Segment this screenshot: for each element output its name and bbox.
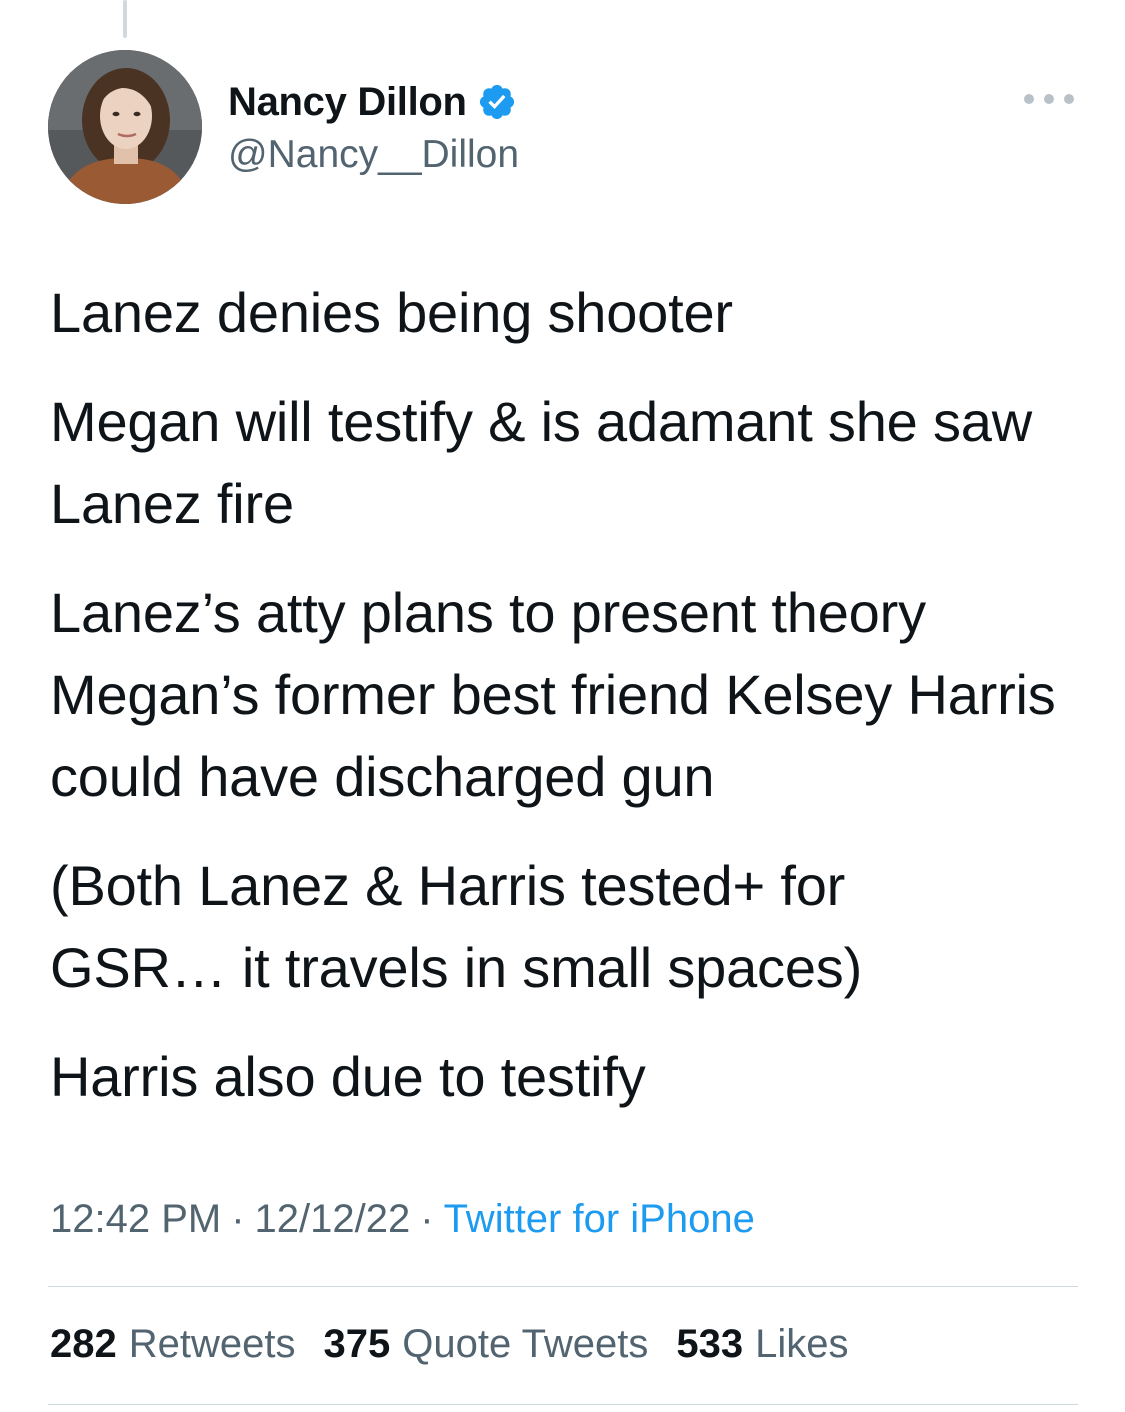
- quote-tweets-label: Quote Tweets: [402, 1322, 649, 1366]
- divider: [48, 1404, 1078, 1405]
- meta-separator: ·: [231, 1197, 245, 1241]
- more-dot: [1064, 94, 1074, 104]
- quote-tweets-count: 375: [323, 1322, 391, 1366]
- more-options-icon[interactable]: [1024, 91, 1074, 107]
- retweets-label: Retweets: [128, 1322, 296, 1366]
- tweet-paragraph: Megan will testify & is adamant she saw …: [50, 390, 1032, 535]
- author-handle[interactable]: @Nancy__Dillon: [228, 130, 519, 180]
- tweet-stats: 282 Retweets 375 Quote Tweets 533 Likes: [50, 1322, 876, 1367]
- tweet-paragraph: Lanez denies being shooter: [50, 281, 733, 344]
- tweet-metadata: 12:42 PM · 12/12/22 · Twitter for iPhone: [50, 1197, 755, 1242]
- quote-tweets-stat[interactable]: 375 Quote Tweets: [324, 1322, 649, 1367]
- meta-separator: ·: [420, 1197, 434, 1241]
- tweet-time[interactable]: 12:42 PM: [50, 1197, 221, 1241]
- tweet-paragraph: Lanez’s atty plans to present theory Meg…: [50, 581, 1056, 808]
- likes-label: Likes: [755, 1322, 849, 1366]
- thread-connector-line: [123, 0, 127, 38]
- tweet-date[interactable]: 12/12/22: [255, 1197, 411, 1241]
- tweet-author[interactable]: Nancy Dillon @Nancy__Dillon: [228, 74, 519, 180]
- likes-stat[interactable]: 533 Likes: [676, 1322, 848, 1367]
- avatar[interactable]: [48, 50, 202, 204]
- retweets-stat[interactable]: 282 Retweets: [50, 1322, 296, 1367]
- retweets-count: 282: [50, 1322, 117, 1366]
- author-display-name[interactable]: Nancy Dillon: [228, 80, 467, 125]
- verified-badge-icon: [477, 82, 517, 122]
- likes-count: 533: [676, 1322, 744, 1366]
- tweet-paragraph: Harris also due to testify: [50, 1045, 646, 1108]
- tweet-text: Lanez denies being shooter Megan will te…: [50, 272, 1090, 1145]
- divider: [48, 1286, 1078, 1287]
- more-dot: [1024, 94, 1034, 104]
- author-name-row: Nancy Dillon: [228, 74, 519, 130]
- more-dot: [1044, 94, 1054, 104]
- tweet-source-link[interactable]: Twitter for iPhone: [444, 1197, 755, 1241]
- tweet-paragraph: (Both Lanez & Harris tested+ for GSR… it…: [50, 854, 863, 999]
